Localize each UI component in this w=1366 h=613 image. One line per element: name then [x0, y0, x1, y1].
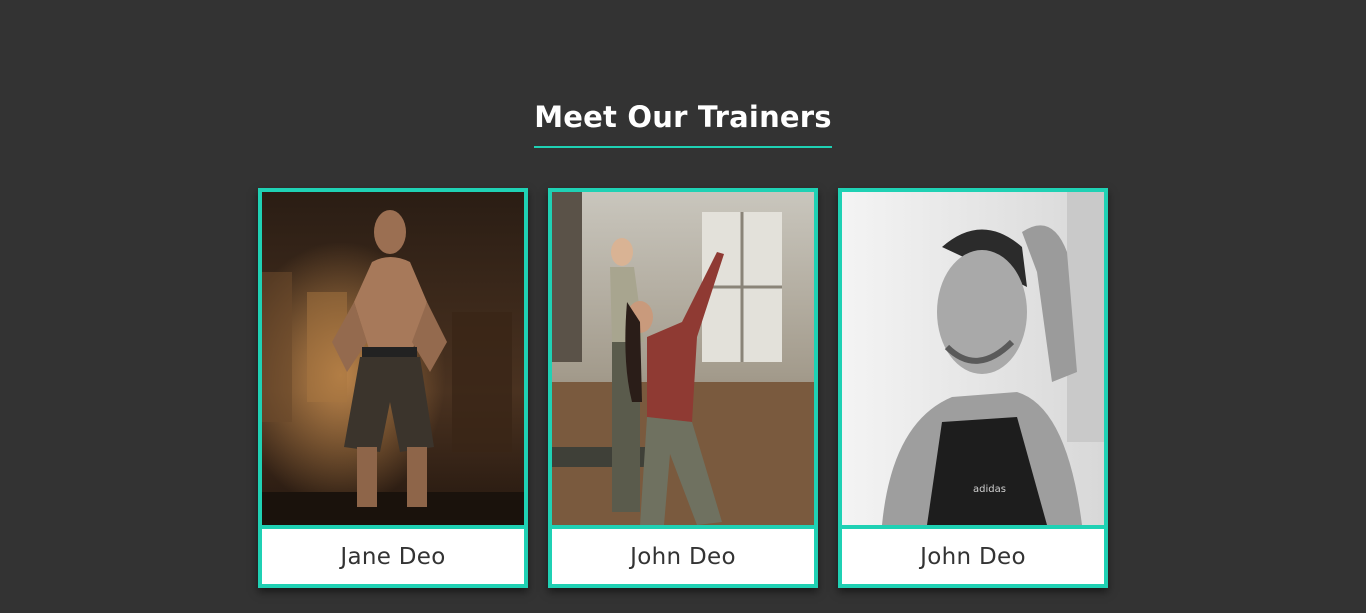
trainer-name-box: Jane Deo [262, 529, 524, 584]
trainer-name: John Deo [630, 543, 736, 570]
trainer-flexing-photo [262, 192, 524, 525]
trainer-photo [552, 192, 814, 525]
section-title: Meet Our Trainers [534, 100, 832, 148]
trainer-name-box: John Deo [552, 529, 814, 584]
trainer-card[interactable]: Jane Deo [258, 188, 528, 588]
trainer-yoga-stretch-photo [552, 192, 814, 525]
trainer-card[interactable]: adidas John Deo [838, 188, 1108, 588]
trainer-photo: adidas [842, 192, 1104, 525]
trainer-name: Jane Deo [340, 543, 446, 570]
trainers-section: Meet Our Trainers Jane Deo John Deo adid… [0, 0, 1366, 613]
adidas-logo: adidas [973, 484, 1006, 495]
trainer-photo [262, 192, 524, 525]
trainer-card[interactable]: John Deo [548, 188, 818, 588]
section-header: Meet Our Trainers [0, 100, 1366, 148]
trainer-smiling-bw-photo: adidas [842, 192, 1104, 525]
trainer-cards: Jane Deo John Deo adidas John Deo [258, 188, 1108, 588]
trainer-name: John Deo [920, 543, 1026, 570]
trainer-name-box: John Deo [842, 529, 1104, 584]
